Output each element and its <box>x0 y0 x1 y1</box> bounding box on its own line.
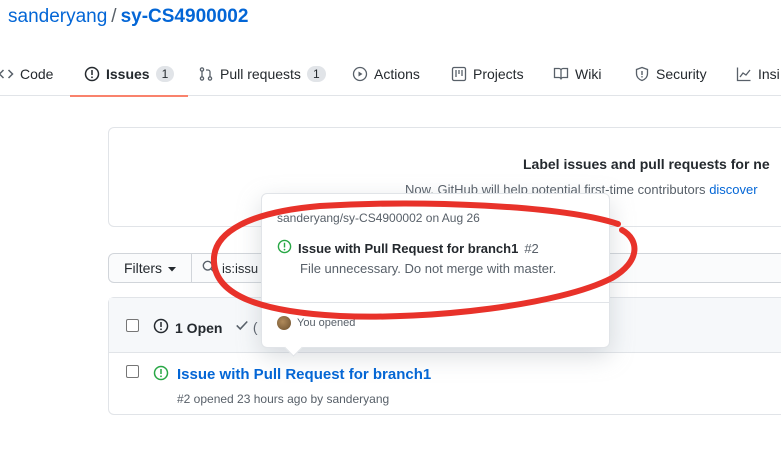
tab-pull-requests-label: Pull requests <box>220 66 301 82</box>
tab-actions[interactable]: Actions <box>352 52 420 96</box>
filters-label: Filters <box>123 260 163 276</box>
repo-name-link[interactable]: sy-CS4900002 <box>121 6 249 27</box>
closed-count-label: ( <box>252 319 258 335</box>
tab-wiki-label: Wiki <box>575 66 602 82</box>
issue-row-checkbox[interactable] <box>126 365 139 378</box>
issue-opened-icon <box>277 239 292 257</box>
hovercard-issue-title[interactable]: Issue with Pull Request for branch1 <box>298 241 518 256</box>
issue-opened-icon <box>84 66 100 82</box>
tab-issues[interactable]: Issues 1 <box>69 52 189 97</box>
issue-title-link[interactable]: Issue with Pull Request for branch1 <box>177 366 431 383</box>
tab-actions-label: Actions <box>374 66 420 82</box>
pull-requests-counter: 1 <box>306 66 326 82</box>
tab-code-label: Code <box>20 66 54 82</box>
project-icon <box>451 66 467 82</box>
shield-icon <box>634 66 650 82</box>
book-icon <box>553 66 569 82</box>
graph-icon <box>736 66 752 82</box>
repo-nav-tabs: Code Issues 1 Pull requests 1 Actions Pr… <box>0 52 781 97</box>
hovercard-repo-line: sanderyang/sy-CS4900002 on Aug 26 <box>277 211 480 225</box>
check-icon <box>235 319 253 335</box>
hovercard-divider <box>262 302 609 303</box>
tab-security[interactable]: Security <box>634 52 707 96</box>
filters-button[interactable]: Filters <box>108 253 192 283</box>
tab-projects-label: Projects <box>473 66 524 82</box>
tab-code[interactable]: Code <box>0 52 53 96</box>
search-icon <box>202 260 216 277</box>
banner-title: Label issues and pull requests for ne <box>523 156 770 172</box>
tab-projects[interactable]: Projects <box>451 52 524 96</box>
issue-opened-icon <box>153 318 169 337</box>
code-icon <box>0 66 14 82</box>
tab-security-label: Security <box>656 66 707 82</box>
tab-issues-label: Issues <box>106 66 150 82</box>
issues-counter: 1 <box>155 66 175 82</box>
hovercard-issue-number: #2 <box>524 240 539 256</box>
play-icon <box>352 66 368 82</box>
search-query: is:issu <box>222 260 259 276</box>
caret-down-icon <box>168 260 177 276</box>
hovercard-footer-text: You opened <box>297 317 356 329</box>
issue-hovercard: sanderyang/sy-CS4900002 on Aug 26 Issue … <box>261 193 610 348</box>
repo-owner-link[interactable]: sanderyang <box>8 6 107 27</box>
tab-wiki[interactable]: Wiki <box>553 52 601 96</box>
closed-issues-filter[interactable]: ( <box>235 318 258 335</box>
hovercard-title-row[interactable]: Issue with Pull Request for branch1 #2 <box>277 239 539 257</box>
tab-insights[interactable]: Insi <box>736 52 780 96</box>
select-all-checkbox[interactable] <box>126 319 139 332</box>
open-issues-filter[interactable]: 1 Open <box>153 318 222 337</box>
tab-insights-label: Insi <box>758 66 780 82</box>
breadcrumb-separator: / <box>111 6 117 27</box>
tab-pull-requests[interactable]: Pull requests 1 <box>198 52 326 96</box>
issue-meta: #2 opened 23 hours ago by sanderyang <box>177 392 390 406</box>
repo-breadcrumb: sanderyang / sy-CS4900002 <box>8 6 248 28</box>
open-count-label: 1 Open <box>175 319 223 336</box>
banner-discover-link[interactable]: discover <box>709 182 757 197</box>
issue-opened-icon <box>153 365 169 384</box>
hovercard-footer: You opened <box>277 316 355 330</box>
avatar <box>277 316 291 330</box>
hovercard-issue-body: File unnecessary. Do not merge with mast… <box>300 261 557 276</box>
git-pull-request-icon <box>198 66 214 82</box>
